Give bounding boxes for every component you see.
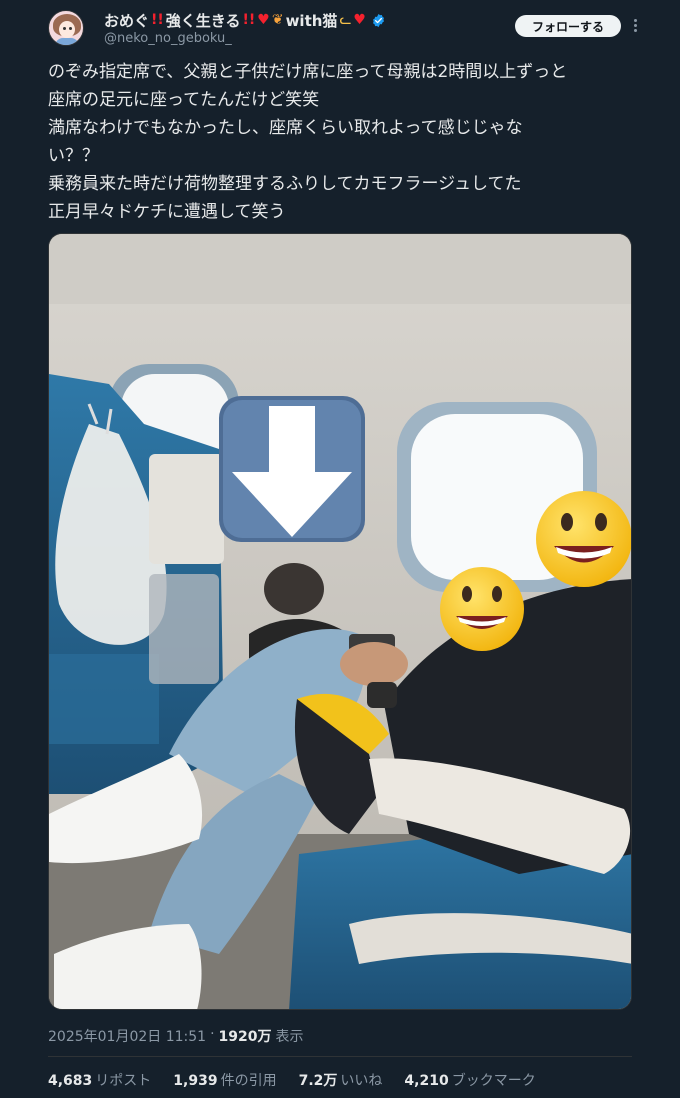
bookmark-count: 4,210	[404, 1073, 449, 1089]
more-options-icon[interactable]	[628, 13, 642, 37]
tweet-text: のぞみ指定席で、父親と子供だけ席に座って母親は2時間以上ずっと 座席の足元に座っ…	[48, 58, 648, 226]
down-arrow-emoji-icon	[219, 396, 365, 542]
engagement-stats: 4,683 リポスト 1,939 件の引用 7.2万 いいね 4,210 ブックマーク	[48, 1070, 558, 1090]
tweet-timestamp[interactable]: 2025年01月02日 11:51	[48, 1026, 206, 1046]
like-stat[interactable]: 7.2万 いいね	[299, 1070, 383, 1090]
quote-count: 1,939	[173, 1073, 218, 1089]
grinning-face-emoji-icon	[440, 567, 524, 651]
author-display-name[interactable]: おめぐ	[104, 10, 149, 31]
like-label: いいね	[340, 1073, 383, 1089]
bookmark-label: ブックマーク	[451, 1073, 536, 1089]
tweet-text-line: のぞみ指定席で、父親と子供だけ席に座って母親は2時間以上ずっと	[48, 62, 568, 82]
tweet-text-line: 乗務員来た時だけ荷物整理するふりしてカモフラージュしてた	[48, 174, 522, 194]
tweet-text-line: 正月早々ドケチに遭遇して笑う	[48, 202, 286, 222]
double-exclamation-icon: !!	[151, 12, 164, 28]
like-count: 7.2万	[298, 1073, 338, 1089]
tweet-text-line: 満席なわけでもなかったし、座席くらい取れよって感じじゃな	[48, 118, 523, 138]
tweet-text-line: 座席の足元に座ってたんだけど笑笑	[48, 90, 320, 110]
heart-icon: ♥	[353, 12, 366, 28]
bookmark-stat[interactable]: 4,210 ブックマーク	[404, 1070, 535, 1090]
divider	[48, 1056, 632, 1057]
tweet-text-line: い？？	[48, 146, 99, 166]
butterfly-icon: ❦	[271, 12, 284, 28]
views-count: 1920万	[218, 1029, 272, 1045]
heart-icon: ♥	[257, 12, 270, 28]
meta-separator: ·	[210, 1026, 215, 1042]
quote-stat[interactable]: 1,939 件の引用	[173, 1070, 276, 1090]
tweet-header: おめぐ !! 強く生きる !! ♥ ❦ with猫 ᓚ ♥ @neko_no_g…	[0, 0, 680, 56]
retweet-label: リポスト	[95, 1073, 152, 1089]
author-handle[interactable]: @neko_no_geboku_	[104, 31, 232, 46]
cat-face-icon: ᓚ	[339, 12, 352, 28]
views-label: 表示	[275, 1029, 304, 1045]
author-name-suffix-2[interactable]: with猫	[286, 10, 338, 31]
follow-button[interactable]: フォローする	[515, 15, 621, 37]
retweet-count: 4,683	[48, 1073, 93, 1089]
author-avatar[interactable]	[48, 10, 84, 46]
author-name-suffix-1[interactable]: 強く生きる	[166, 10, 241, 31]
double-exclamation-icon: !!	[242, 12, 256, 28]
train-interior-photo	[49, 234, 631, 1009]
quote-label: 件の引用	[220, 1073, 277, 1089]
author-name-row[interactable]: おめぐ !! 強く生きる !! ♥ ❦ with猫 ᓚ ♥	[104, 9, 386, 31]
tweet-photo[interactable]	[48, 233, 632, 1010]
grinning-face-emoji-icon	[536, 491, 631, 587]
verified-badge-icon	[372, 13, 384, 27]
retweet-stat[interactable]: 4,683 リポスト	[48, 1070, 151, 1090]
tweet-meta: 2025年01月02日 11:51 · 1920万 表示	[48, 1026, 303, 1046]
